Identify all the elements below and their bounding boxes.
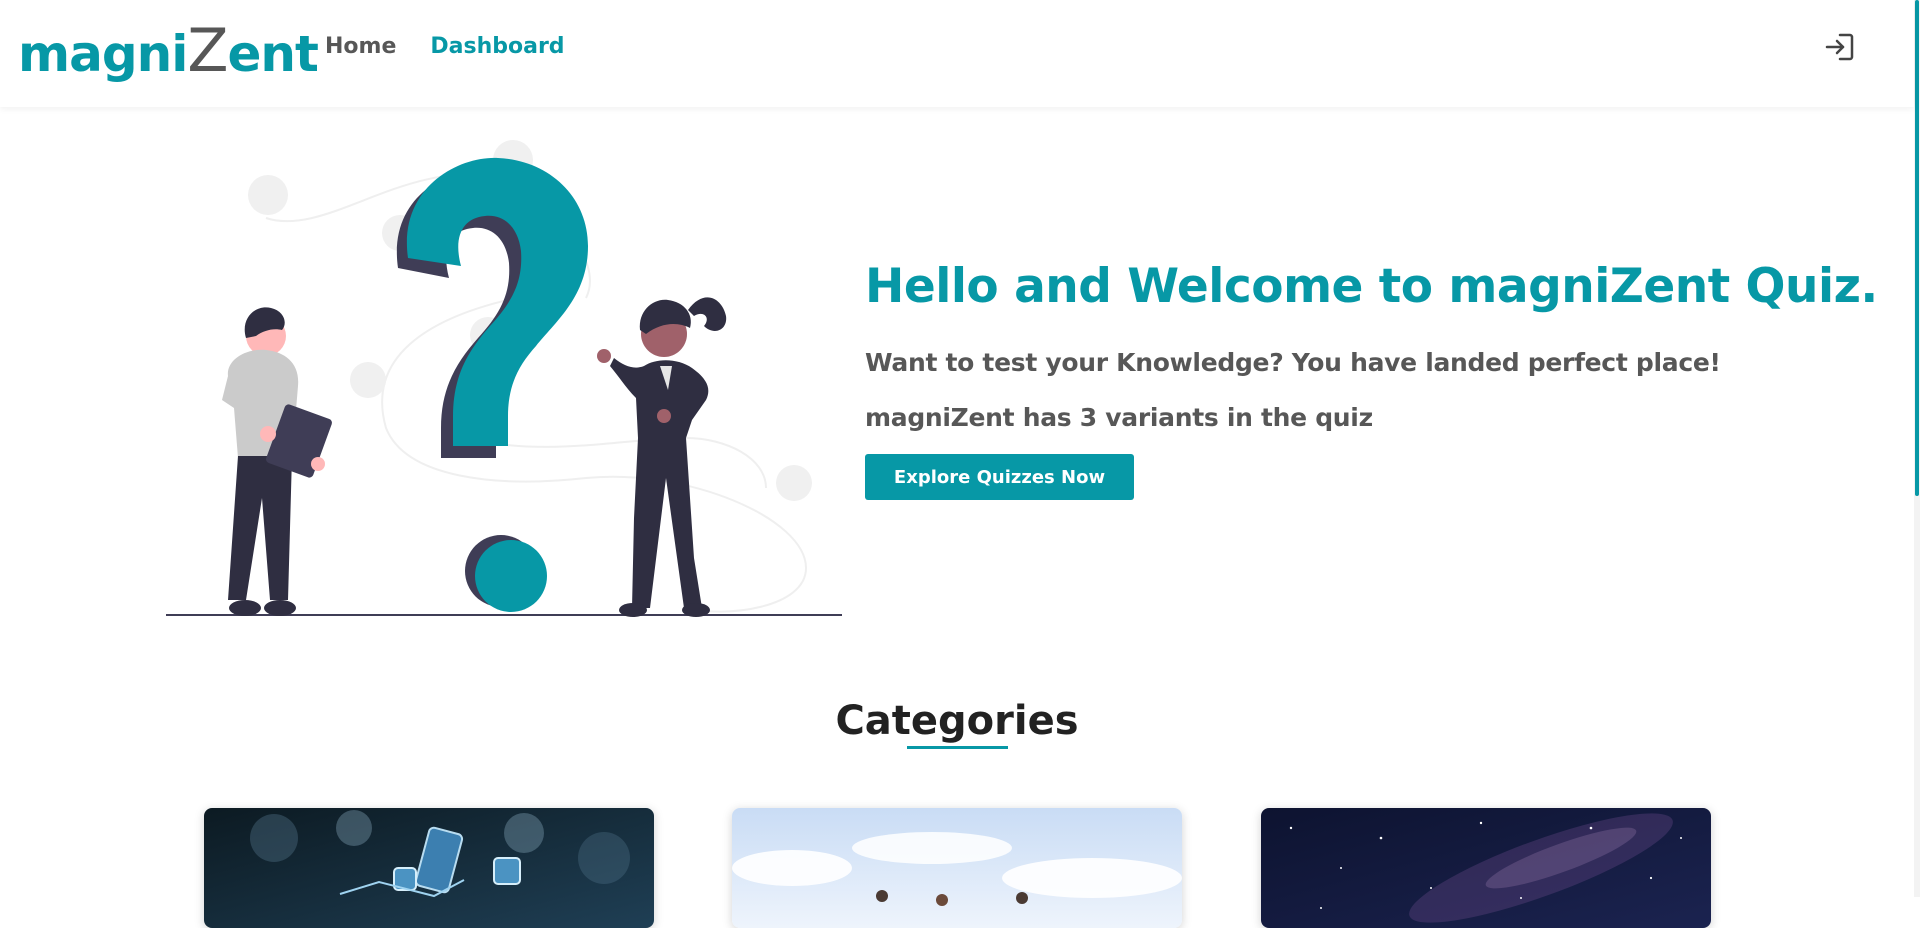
- category-card-sky[interactable]: [732, 808, 1182, 928]
- brand-logo[interactable]: magniZent: [18, 16, 319, 86]
- top-navbar: magniZent Home Dashboard: [0, 0, 1914, 107]
- category-card-technology[interactable]: [204, 808, 654, 928]
- technology-devices-image: [204, 808, 654, 928]
- scrollbar-thumb[interactable]: [1915, 0, 1919, 496]
- nav-link-dashboard[interactable]: Dashboard: [430, 30, 564, 64]
- login-icon[interactable]: [1823, 30, 1857, 64]
- night-sky-galaxy-image: [1261, 808, 1711, 928]
- sky-people-image: [732, 808, 1182, 928]
- categories-title: Categories: [835, 698, 1079, 744]
- hero-title: Hello and Welcome to magniZent Quiz.: [865, 259, 1878, 314]
- question-mark-people-illustration: [166, 138, 843, 619]
- explore-quizzes-button[interactable]: Explore Quizzes Now: [865, 454, 1134, 500]
- logo-text-part2: ent: [227, 25, 318, 83]
- hero-variants-text: magniZent has 3 variants in the quiz: [865, 403, 1373, 432]
- hero-subtitle: Want to test your Knowledge? You have la…: [865, 348, 1721, 377]
- category-card-space[interactable]: [1261, 808, 1711, 928]
- main-nav: Home Dashboard: [325, 30, 565, 64]
- nav-link-home[interactable]: Home: [325, 30, 396, 64]
- logo-text-z: Z: [187, 16, 228, 86]
- categories-underline: [907, 746, 1008, 749]
- logo-text-part1: magni: [18, 25, 188, 83]
